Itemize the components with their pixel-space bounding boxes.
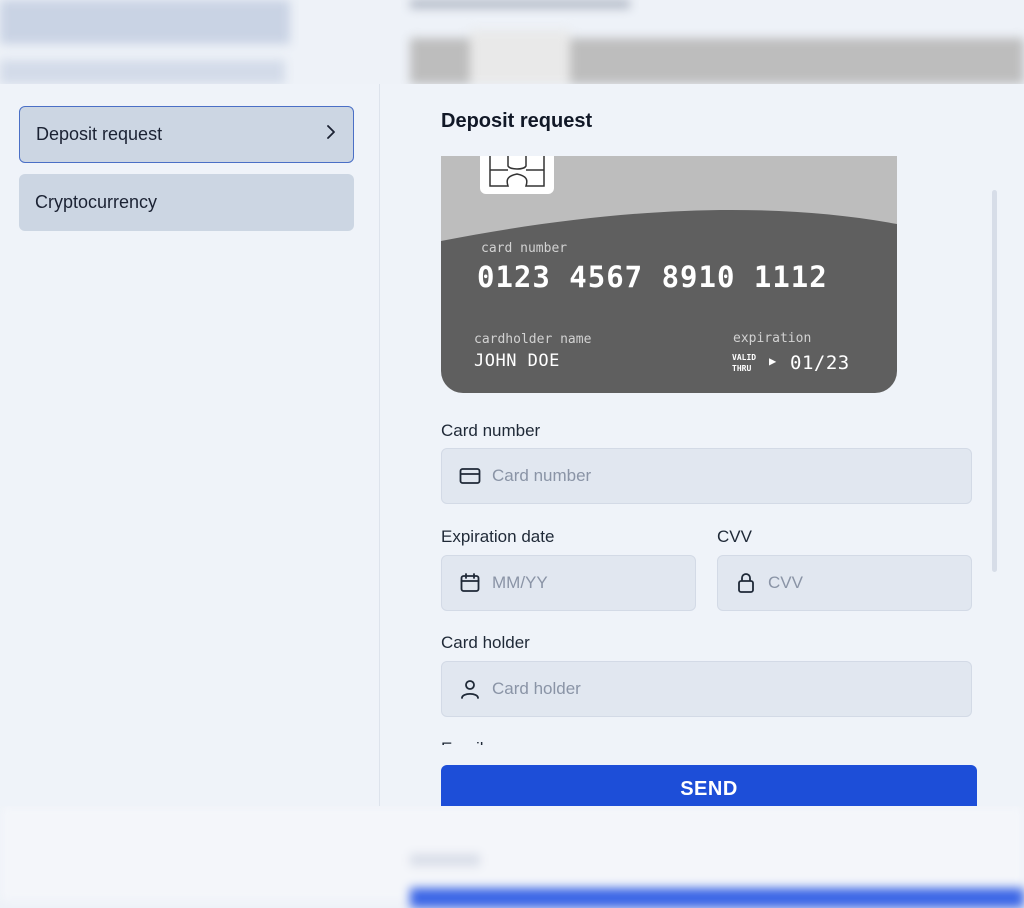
background-tile <box>470 30 570 84</box>
card-number-caption: card number <box>481 241 567 256</box>
card-number-label: Card number <box>441 421 540 441</box>
card-chip <box>480 156 554 194</box>
card-number-display: 0123 4567 8910 1112 <box>477 260 828 294</box>
nav-item-label: Cryptocurrency <box>35 192 157 213</box>
nav-item-cryptocurrency[interactable]: Cryptocurrency <box>19 174 354 231</box>
card-number-input[interactable] <box>492 466 971 486</box>
valid-thru-label: VALID THRU <box>732 352 760 374</box>
expiration-date-field[interactable] <box>441 555 696 611</box>
cvv-label: CVV <box>717 527 752 547</box>
email-label-partial: Email <box>441 739 484 745</box>
nav-item-label: Deposit request <box>36 124 162 145</box>
background-sidebar-block <box>0 0 290 44</box>
cardholder-display: JOHN DOE <box>474 351 560 371</box>
card-holder-field[interactable] <box>441 661 972 717</box>
play-arrow-icon: ▶ <box>769 354 776 368</box>
expiration-date-label: Expiration date <box>441 527 554 547</box>
card-holder-label: Card holder <box>441 633 530 653</box>
expiration-date-input[interactable] <box>492 573 695 593</box>
deposit-modal: Deposit request Cryptocurrency Deposit r… <box>0 84 1024 806</box>
cvv-field[interactable] <box>717 555 972 611</box>
expiration-caption: expiration <box>733 331 811 346</box>
scrollbar[interactable] <box>992 190 997 572</box>
calendar-icon <box>458 571 482 595</box>
cardholder-caption: cardholder name <box>474 332 591 347</box>
chevron-right-icon <box>325 124 337 145</box>
expiration-display: 01/23 <box>790 352 850 374</box>
card-preview: card number 0123 4567 8910 1112 cardhold… <box>441 156 897 393</box>
lock-icon <box>734 571 758 595</box>
credit-card-icon <box>458 464 482 488</box>
background-icons <box>410 854 480 866</box>
background-sidebar-block <box>0 60 285 84</box>
card-number-field[interactable] <box>441 448 972 504</box>
send-button[interactable]: SEND <box>441 765 977 806</box>
background-title <box>410 0 630 8</box>
background-footer <box>0 806 1024 901</box>
nav-item-deposit-request[interactable]: Deposit request <box>19 106 354 163</box>
page-title: Deposit request <box>441 110 592 133</box>
cvv-input[interactable] <box>768 573 971 593</box>
deposit-form-panel: Deposit request card number 0123 4567 89… <box>441 84 1001 806</box>
card-holder-input[interactable] <box>492 679 971 699</box>
user-icon <box>458 677 482 701</box>
background-button <box>410 888 1024 908</box>
valid-thru-text: VALID THRU <box>732 352 760 374</box>
modal-sidebar: Deposit request Cryptocurrency <box>0 84 380 806</box>
